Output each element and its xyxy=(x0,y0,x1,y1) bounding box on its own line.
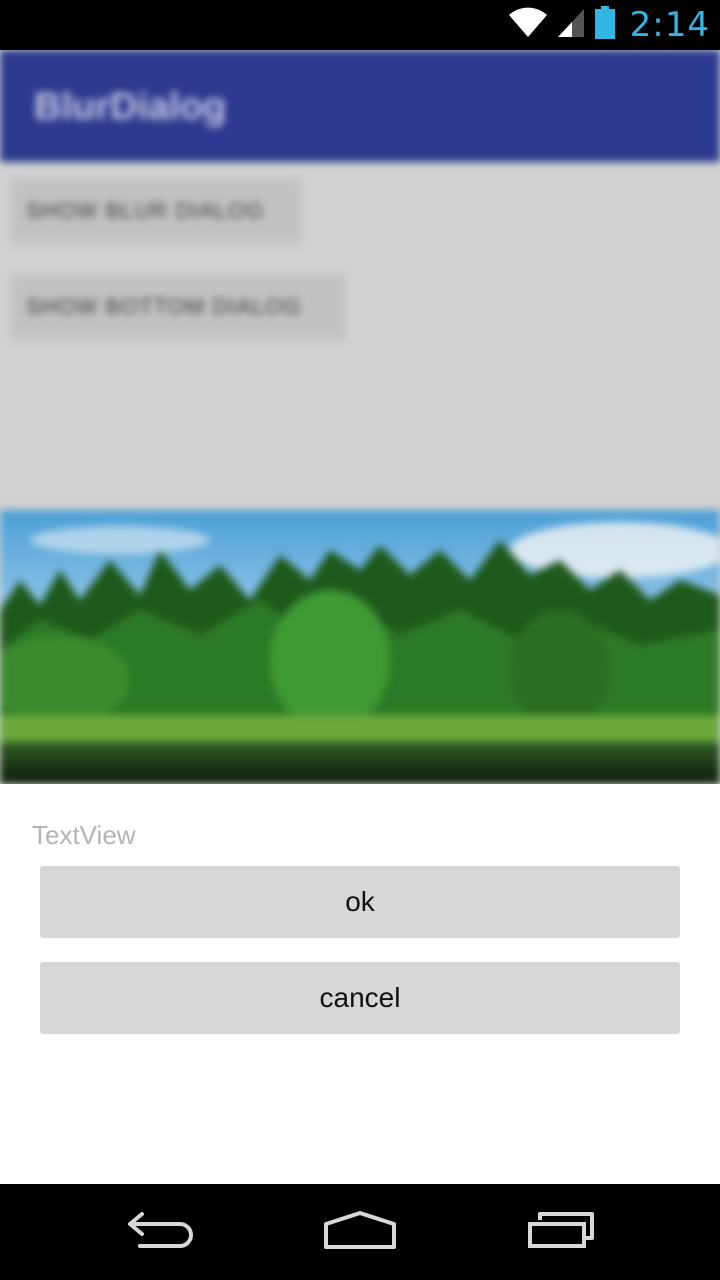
back-button[interactable] xyxy=(90,1184,230,1280)
status-bar: 2:14 xyxy=(0,0,720,50)
status-icons: 2:14 xyxy=(508,0,710,50)
home-icon xyxy=(322,1210,398,1255)
show-bottom-dialog-button: SHOW BOTTOM DIALOG xyxy=(10,274,346,340)
ok-button[interactable]: ok xyxy=(40,866,680,938)
app-toolbar: BlurDialog xyxy=(0,50,720,162)
recents-button[interactable] xyxy=(492,1184,632,1280)
home-button[interactable] xyxy=(290,1184,430,1280)
back-icon xyxy=(124,1210,196,1255)
dialog-text-view: TextView xyxy=(32,820,136,850)
screen: 2:14 BlurDialog SHOW BLUR DIALOG SHOW BO… xyxy=(0,0,720,1280)
background-app: BlurDialog SHOW BLUR DIALOG SHOW BOTTOM … xyxy=(0,50,720,784)
blurred-content: BlurDialog SHOW BLUR DIALOG SHOW BOTTOM … xyxy=(0,50,720,784)
bottom-dialog: TextView ok cancel xyxy=(0,784,720,1184)
show-blur-dialog-button: SHOW BLUR DIALOG xyxy=(10,178,302,244)
navigation-bar xyxy=(0,1184,720,1280)
cancel-button[interactable]: cancel xyxy=(40,962,680,1034)
battery-icon xyxy=(594,5,616,45)
app-title: BlurDialog xyxy=(34,86,227,128)
status-time: 2:14 xyxy=(629,5,710,45)
landscape-photo xyxy=(0,510,720,784)
signal-icon xyxy=(556,7,586,44)
recents-icon xyxy=(526,1210,598,1255)
wifi-icon xyxy=(508,7,548,44)
